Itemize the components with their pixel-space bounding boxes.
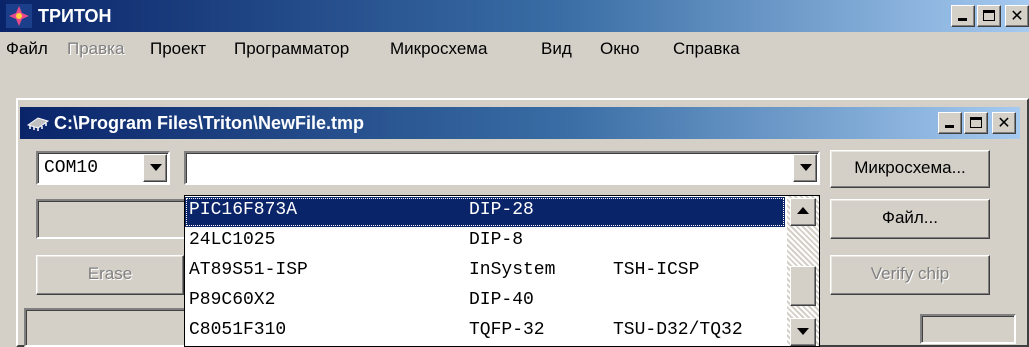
menu-chip[interactable]: Микросхема xyxy=(390,39,487,59)
close-icon: ✕ xyxy=(1010,6,1024,25)
menu-window[interactable]: Окно xyxy=(600,39,640,59)
document-title-bar[interactable]: C:\Program Files\Triton\NewFile.tmp xyxy=(20,107,1020,139)
list-item[interactable]: AT89S51-ISP InSystem TSH-ICSP xyxy=(185,257,785,287)
chip-package: DIP-28 xyxy=(469,200,534,220)
maximize-icon xyxy=(970,117,982,128)
triton-app-icon xyxy=(6,4,32,28)
file-button[interactable]: Файл... xyxy=(830,199,990,239)
chevron-down-icon xyxy=(800,164,812,171)
chip-select-dropdown-button[interactable] xyxy=(793,154,817,182)
progress-field xyxy=(36,199,186,239)
document-title: C:\Program Files\Triton\NewFile.tmp xyxy=(54,113,365,133)
app-minimize-button[interactable] xyxy=(951,5,975,27)
minimize-icon xyxy=(945,125,954,128)
app-maximize-button[interactable] xyxy=(977,5,1001,27)
menu-bar: Файл Правка Проект Программатор Микросхе… xyxy=(0,34,1029,64)
chip-dropdown-list: PIC16F873A DIP-28 24LC1025 DIP-8 AT89S51… xyxy=(184,195,820,347)
chip-package: InSystem xyxy=(469,260,556,280)
menu-help[interactable]: Справка xyxy=(673,39,740,59)
chip-package: DIP-8 xyxy=(469,230,524,250)
chevron-up-icon xyxy=(797,207,809,214)
chip-icon xyxy=(26,117,50,131)
scroll-up-button[interactable] xyxy=(790,198,816,226)
verify-chip-button[interactable]: Verify chip xyxy=(830,255,990,295)
menu-file[interactable]: Файл xyxy=(6,39,48,59)
minimize-icon xyxy=(958,18,967,21)
app-close-button[interactable]: ✕ xyxy=(1005,5,1029,27)
chip-adapter: TSU-D32/TQ32 xyxy=(613,320,743,340)
app-title: ТРИТОН xyxy=(38,6,112,26)
menu-programmer[interactable]: Программатор xyxy=(234,39,349,59)
list-item[interactable]: PIC16F873A DIP-28 xyxy=(185,197,785,227)
dropdown-scrollbar[interactable] xyxy=(787,196,819,346)
chip-name: C8051F310 xyxy=(189,320,287,340)
chip-name: AT89S51-ISP xyxy=(189,260,308,280)
scroll-down-button[interactable] xyxy=(790,318,816,346)
doc-minimize-button[interactable] xyxy=(938,112,962,134)
chevron-down-icon xyxy=(150,164,162,171)
close-icon: ✕ xyxy=(997,113,1011,132)
chip-name: 24LC1025 xyxy=(189,230,276,250)
status-field-right xyxy=(920,314,1016,344)
chip-adapter: TSH-ICSP xyxy=(613,260,700,280)
list-item[interactable]: 24LC1025 DIP-8 xyxy=(185,227,785,257)
chevron-down-icon xyxy=(797,328,809,335)
chip-select[interactable] xyxy=(184,151,820,185)
menu-project[interactable]: Проект xyxy=(150,39,206,59)
doc-close-button[interactable]: ✕ xyxy=(992,112,1016,134)
app-title-bar[interactable]: ТРИТОН xyxy=(0,0,1029,32)
chip-package: TQFP-32 xyxy=(469,320,545,340)
erase-button[interactable]: Erase xyxy=(36,255,184,295)
scroll-thumb[interactable] xyxy=(790,266,816,306)
list-item[interactable]: C8051F310 TQFP-32 TSU-D32/TQ32 xyxy=(185,317,785,346)
maximize-icon xyxy=(983,10,995,21)
menu-edit[interactable]: Правка xyxy=(67,39,124,59)
status-field-left xyxy=(24,308,186,347)
menu-view[interactable]: Вид xyxy=(541,39,572,59)
port-select-dropdown-button[interactable] xyxy=(143,154,167,182)
chip-package: DIP-40 xyxy=(469,290,534,310)
port-select[interactable]: COM10 xyxy=(36,151,170,185)
document-window-controls: ✕ xyxy=(938,112,1016,134)
chip-name: PIC16F873A xyxy=(189,200,298,220)
chip-select-button[interactable]: Микросхема... xyxy=(830,150,990,188)
doc-maximize-button[interactable] xyxy=(964,112,988,134)
list-item[interactable]: P89C60X2 DIP-40 xyxy=(185,287,785,317)
app-window-controls: ✕ xyxy=(951,5,1029,27)
port-select-value: COM10 xyxy=(44,158,99,178)
chip-name: P89C60X2 xyxy=(189,290,276,310)
